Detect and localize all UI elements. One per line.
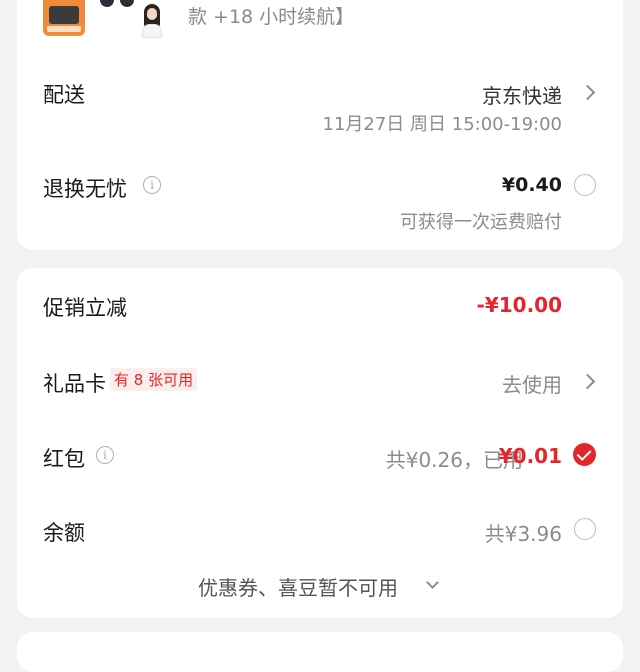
- info-icon[interactable]: i: [143, 176, 161, 194]
- return-insurance-label: 退换无忧: [43, 177, 127, 201]
- gift-card-action[interactable]: 去使用: [502, 369, 562, 398]
- promotion-amount: -¥10.00: [476, 293, 562, 317]
- delivery-time[interactable]: 11月27日 周日 15:00-19:00: [323, 110, 563, 136]
- delivery-carrier[interactable]: 京东快递: [482, 80, 562, 109]
- gift-card-label: 礼品卡: [43, 372, 106, 396]
- info-icon[interactable]: i: [96, 446, 114, 464]
- red-packet-label: 红包: [43, 447, 85, 471]
- balance-total: 共¥3.96: [484, 522, 562, 546]
- return-insurance-desc: 可获得一次运费赔付: [400, 212, 562, 233]
- product-thumbnail[interactable]: [43, 0, 85, 36]
- gift-card-badge: 有 8 张可用: [110, 368, 198, 391]
- balance-label: 余额: [43, 521, 85, 545]
- return-insurance-price: ¥0.40: [501, 174, 562, 196]
- return-insurance-radio[interactable]: [574, 174, 596, 196]
- product-title-snippet[interactable]: 款 +18 小时续航】: [188, 2, 354, 29]
- promotion-label: 促销立减: [43, 296, 127, 320]
- balance-radio[interactable]: [574, 518, 596, 540]
- next-card: [17, 632, 623, 672]
- red-packet-checkbox-checked-icon[interactable]: [573, 443, 596, 466]
- product-image-label: [47, 26, 81, 32]
- product-image-detail: [49, 6, 79, 24]
- red-packet-used: ¥0.01: [498, 444, 562, 468]
- coupons-unavailable-text[interactable]: 优惠券、喜豆暂不可用: [198, 572, 398, 601]
- delivery-label: 配送: [43, 83, 85, 107]
- product-model-image[interactable]: [132, 0, 170, 38]
